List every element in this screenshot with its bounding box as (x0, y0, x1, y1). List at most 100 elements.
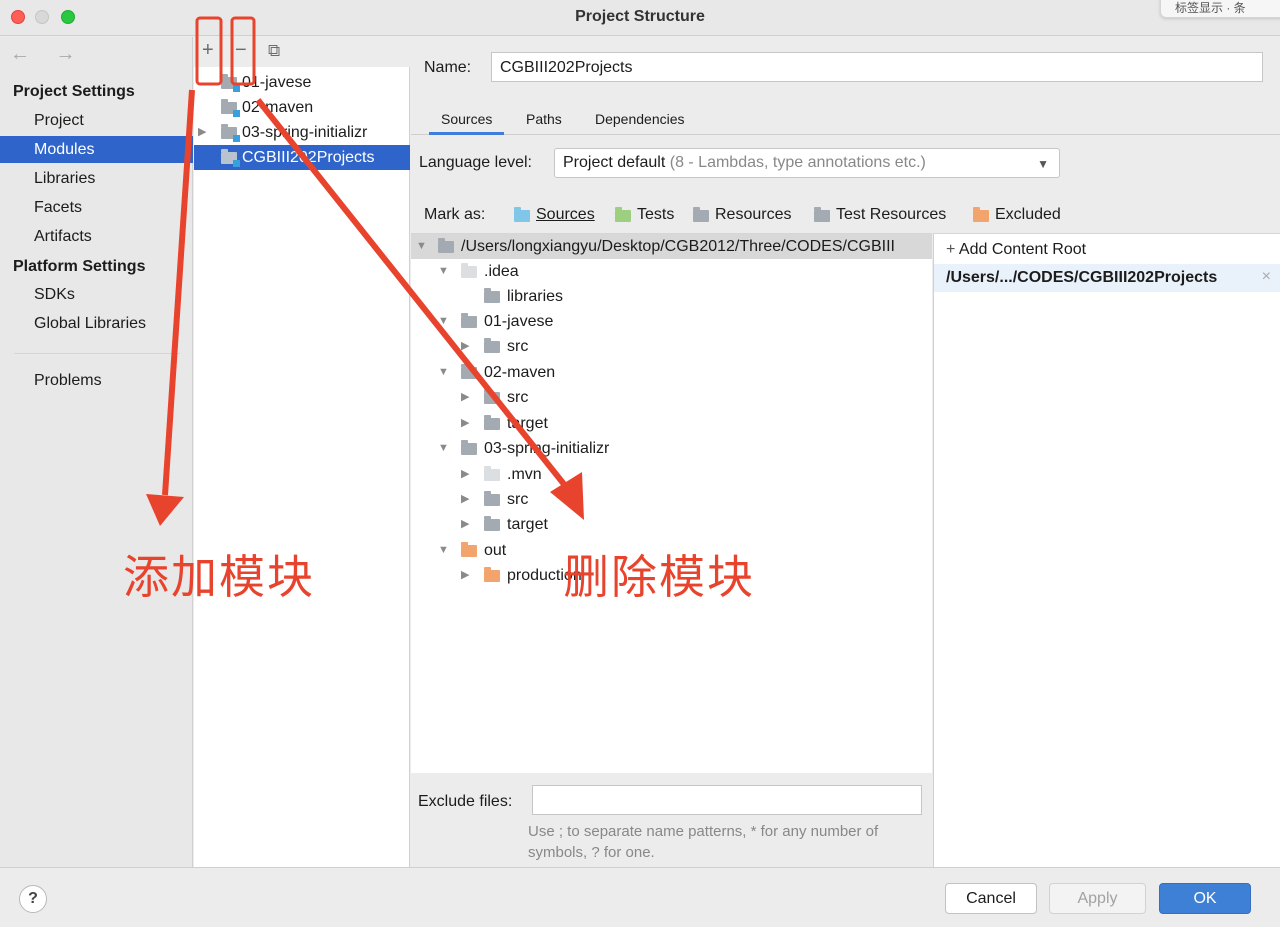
module-label: CGBIII202Projects (242, 149, 375, 166)
collapse-arrow-icon[interactable]: ▼ (438, 259, 449, 284)
collapse-arrow-icon[interactable]: ▼ (438, 538, 449, 563)
tree-row[interactable]: ▼ 01-javese (411, 309, 932, 334)
tree-row-label: target (507, 516, 548, 533)
tree-row-label: .mvn (507, 466, 542, 483)
module-details-panel: Name: CGBIII202Projects Sources Paths De… (411, 37, 1280, 867)
mark-as-excluded-button[interactable]: Excluded (973, 206, 1061, 224)
cancel-button[interactable]: Cancel (945, 883, 1037, 914)
folder-icon (484, 567, 500, 582)
module-label: 02-maven (242, 99, 314, 116)
plus-icon: + (946, 241, 959, 258)
name-label: Name: (424, 59, 472, 76)
mark-as-sources-button[interactable]: Sources (514, 206, 595, 224)
folder-icon (484, 415, 500, 430)
sidebar-item-libraries[interactable]: Libraries (0, 165, 193, 192)
tree-row-label: libraries (507, 288, 564, 305)
add-content-root-label: Add Content Root (958, 241, 1087, 258)
tree-row-label: 03-spring-initializr (484, 440, 610, 457)
test-resources-folder-icon (814, 207, 830, 222)
tree-row-root[interactable]: ▼ /Users/longxiangyu/Desktop/CGB2012/Thr… (411, 234, 932, 259)
sidebar-item-project[interactable]: Project (0, 107, 193, 134)
module-item-cgbiii202projects[interactable]: CGBIII202Projects (194, 145, 410, 170)
collapse-arrow-icon[interactable]: ▼ (438, 309, 449, 334)
add-content-root-button[interactable]: + Add Content Root (946, 241, 1086, 259)
folder-icon (461, 440, 477, 455)
project-settings-header: Project Settings (13, 83, 135, 100)
module-folder-icon (221, 149, 240, 167)
mark-as-resources-button[interactable]: Resources (693, 206, 791, 224)
project-structure-window: Project Structure 标签显示 · 条 ← → Project S… (0, 0, 1280, 927)
tree-row[interactable]: ▶ src (411, 385, 932, 410)
sidebar-item-problems[interactable]: Problems (0, 367, 193, 394)
sidebar-item-modules[interactable]: Modules (0, 136, 193, 163)
nav-back-forward-icons[interactable]: ← → (10, 43, 86, 66)
sidebar-divider (14, 353, 180, 354)
collapse-arrow-icon[interactable]: ▼ (416, 234, 427, 259)
tree-row-label: .idea (484, 263, 519, 280)
module-item-03-spring-initializr[interactable]: ▶ 03-spring-initializr (194, 120, 410, 145)
expand-arrow-icon[interactable]: ▶ (198, 120, 206, 145)
language-level-hint: (8 - Lambdas, type annotations etc.) (669, 154, 926, 171)
sidebar-item-global-libraries[interactable]: Global Libraries (0, 310, 193, 337)
annotation-add-module: 添加模块 (123, 550, 315, 604)
sidebar-item-sdks[interactable]: SDKs (0, 281, 193, 308)
content-root-tree: ▼ /Users/longxiangyu/Desktop/CGB2012/Thr… (411, 233, 932, 773)
module-item-02-maven[interactable]: 02-maven (194, 95, 410, 120)
modules-toolbar: + − ⧉ (194, 37, 410, 67)
copy-module-icon[interactable]: ⧉ (268, 41, 280, 61)
tree-row[interactable]: ▶ .mvn (411, 462, 932, 487)
exclude-files-input[interactable] (532, 785, 922, 815)
mark-as-label-text: Resources (715, 206, 792, 223)
exclude-files-hint: Use ; to separate name patterns, * for a… (528, 823, 879, 861)
tree-row[interactable]: ▼ .idea (411, 259, 932, 284)
help-button[interactable]: ? (19, 885, 47, 913)
tree-row[interactable]: ▶ target (411, 411, 932, 436)
expand-arrow-icon[interactable]: ▶ (461, 487, 469, 512)
tree-row-label: 02-maven (484, 364, 556, 381)
tab-dependencies[interactable]: Dependencies (595, 111, 685, 135)
tests-folder-icon (615, 207, 631, 222)
excluded-folder-icon (973, 207, 989, 222)
tab-paths[interactable]: Paths (526, 111, 562, 135)
remove-module-icon[interactable]: − (235, 39, 247, 62)
tree-row[interactable]: ▼ 02-maven (411, 360, 932, 385)
module-item-01-javese[interactable]: 01-javese (194, 70, 410, 95)
window-title: Project Structure (575, 8, 705, 25)
mark-as-label-text: Sources (536, 206, 595, 223)
mark-as-tests-button[interactable]: Tests (615, 206, 674, 224)
module-name-field[interactable]: CGBIII202Projects (491, 52, 1263, 82)
collapse-arrow-icon[interactable]: ▼ (438, 360, 449, 385)
tree-row-label: out (484, 542, 507, 559)
apply-button[interactable]: Apply (1049, 883, 1146, 914)
language-level-select[interactable]: Project default (8 - Lambdas, type annot… (554, 148, 1060, 178)
folder-icon (461, 263, 477, 278)
expand-arrow-icon[interactable]: ▶ (461, 563, 469, 588)
tree-row[interactable]: ▶ target (411, 512, 932, 537)
tree-row[interactable]: libraries (411, 284, 932, 309)
add-module-icon[interactable]: + (202, 39, 214, 62)
collapse-arrow-icon[interactable]: ▼ (438, 436, 449, 461)
folder-icon (461, 364, 477, 379)
expand-arrow-icon[interactable]: ▶ (461, 512, 469, 537)
close-icon[interactable]: × (1262, 268, 1271, 286)
tree-row[interactable]: ▶ src (411, 334, 932, 359)
sidebar-item-facets[interactable]: Facets (0, 194, 193, 221)
expand-arrow-icon[interactable]: ▶ (461, 462, 469, 487)
tab-sources[interactable]: Sources (429, 111, 505, 135)
expand-arrow-icon[interactable]: ▶ (461, 385, 469, 410)
mark-as-test-resources-button[interactable]: Test Resources (814, 206, 946, 224)
sources-folder-icon (514, 207, 530, 222)
expand-arrow-icon[interactable]: ▶ (461, 411, 469, 436)
folder-icon (438, 238, 454, 253)
tree-row[interactable]: ▼ 03-spring-initializr (411, 436, 932, 461)
platform-settings-header: Platform Settings (13, 258, 146, 275)
ok-button[interactable]: OK (1159, 883, 1251, 914)
expand-arrow-icon[interactable]: ▶ (461, 334, 469, 359)
tree-row[interactable]: ▶ src (411, 487, 932, 512)
content-root-path[interactable]: /Users/.../CODES/CGBIII202Projects × (934, 264, 1280, 292)
module-folder-icon (221, 74, 240, 92)
tree-row-label: /Users/longxiangyu/Desktop/CGB2012/Three… (461, 238, 895, 255)
sidebar-item-artifacts[interactable]: Artifacts (0, 223, 193, 250)
module-label: 01-javese (242, 74, 312, 91)
dialog-footer: ? Cancel Apply OK (0, 867, 1280, 927)
